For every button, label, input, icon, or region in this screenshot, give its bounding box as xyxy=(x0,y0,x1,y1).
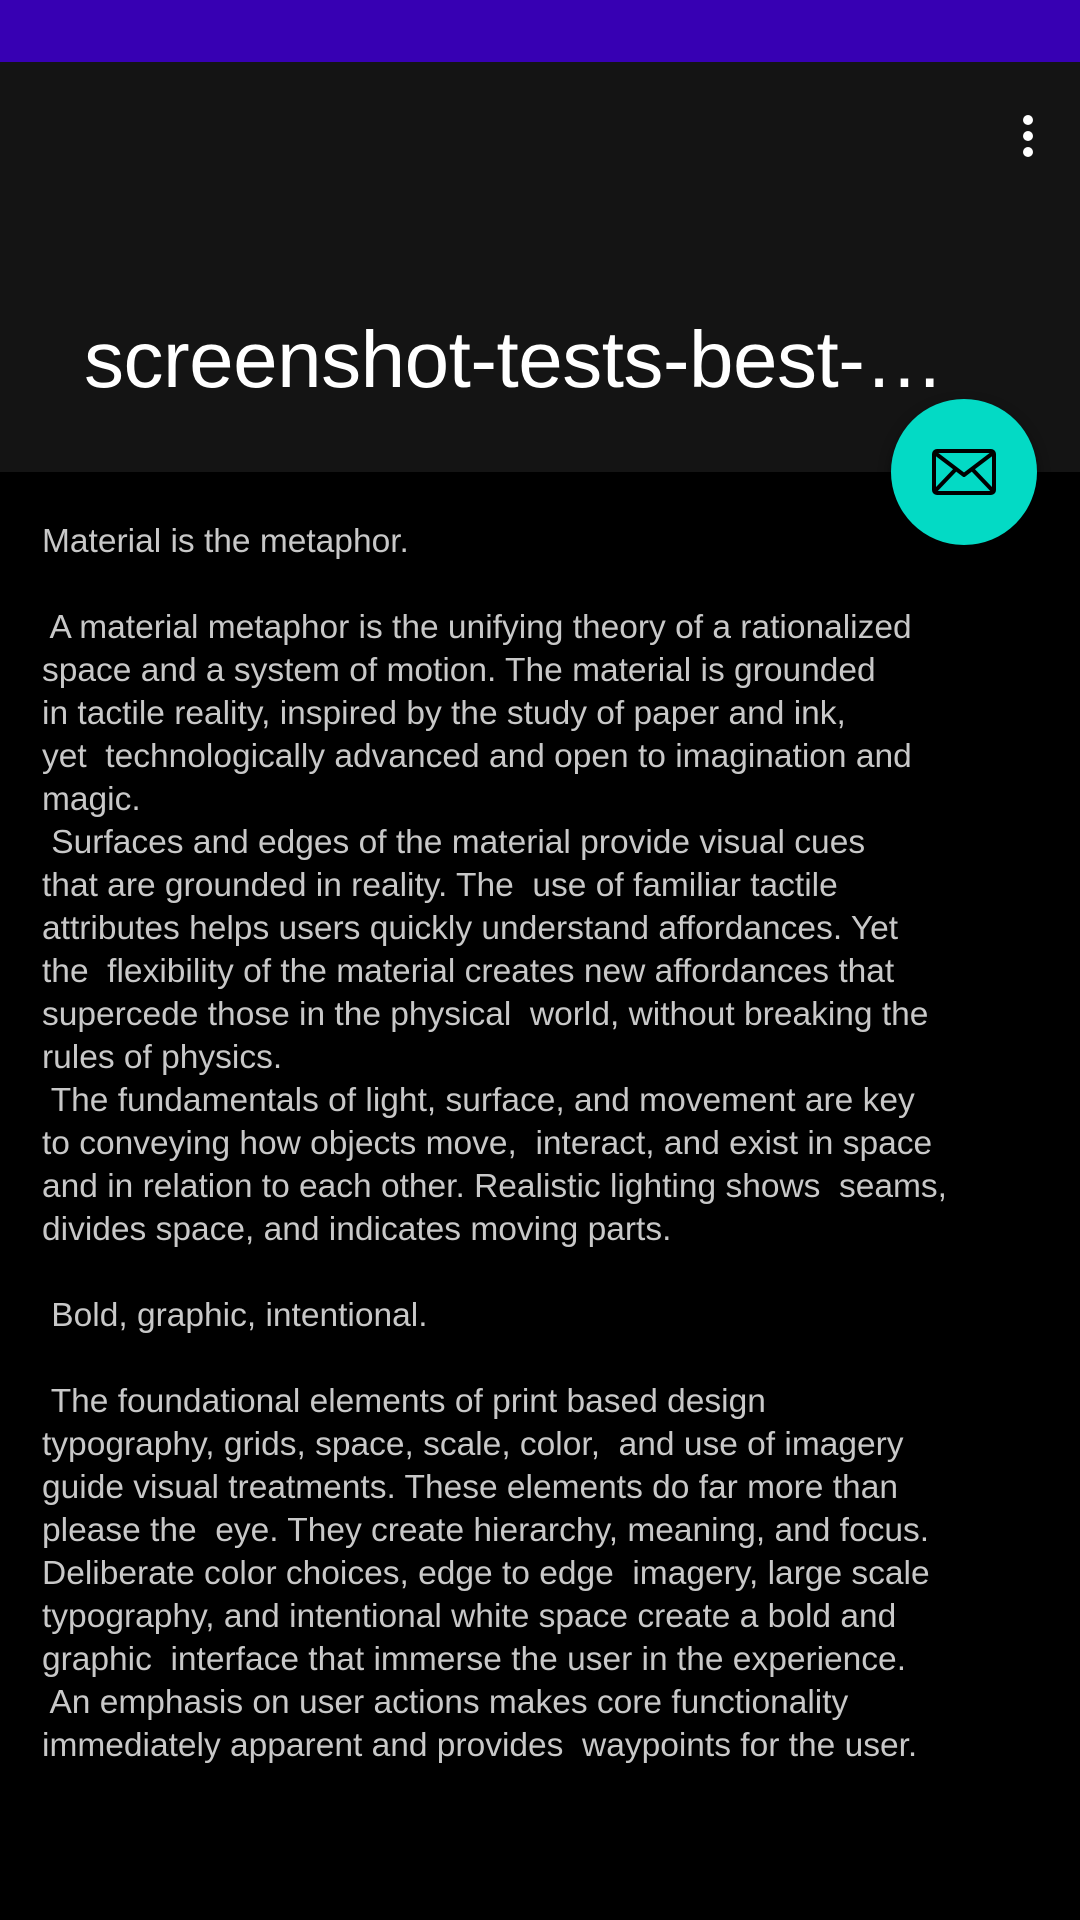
content-heading: Material is the metaphor. xyxy=(42,523,409,560)
text-line: attributes helps users quickly understan… xyxy=(42,910,899,947)
text-line: that are grounded in reality. The use of… xyxy=(42,867,838,904)
text-line: An emphasis on user actions makes core f… xyxy=(42,1684,849,1721)
text-line: and in relation to each other. Realistic… xyxy=(42,1168,947,1205)
text-line: graphic interface that immerse the user … xyxy=(42,1641,906,1678)
text-line: magic. xyxy=(42,781,141,818)
toolbar-title: screenshot-tests-best-practices xyxy=(84,315,984,404)
content-heading: Bold, graphic, intentional. xyxy=(42,1297,428,1334)
content-paragraph: An emphasis on user actions makes core f… xyxy=(42,1681,1052,1767)
text-line: immediately apparent and provides waypoi… xyxy=(42,1727,918,1764)
text-line: The foundational elements of print based… xyxy=(42,1383,766,1420)
text-line: in tactile reality, inspired by the stud… xyxy=(42,695,846,732)
content-paragraph: The foundational elements of print based… xyxy=(42,1380,1052,1681)
more-vert-icon xyxy=(1023,115,1033,125)
text-line: A material metaphor is the unifying theo… xyxy=(42,609,912,646)
scrolling-content[interactable]: Material is the metaphor. A material met… xyxy=(42,520,1052,1767)
text-line: to conveying how objects move, interact,… xyxy=(42,1125,933,1162)
content-paragraph: A material metaphor is the unifying theo… xyxy=(42,606,1052,821)
content-paragraph: Surfaces and edges of the material provi… xyxy=(42,821,1052,1079)
text-line: The fundamentals of light, surface, and … xyxy=(42,1082,915,1119)
overflow-menu-button[interactable] xyxy=(980,98,1076,174)
text-line: typography, and intentional white space … xyxy=(42,1598,897,1635)
text-line: the flexibility of the material creates … xyxy=(42,953,895,990)
text-line: please the eye. They create hierarchy, m… xyxy=(42,1512,930,1549)
collapsing-toolbar xyxy=(0,62,1080,472)
text-line: typography, grids, space, scale, color, … xyxy=(42,1426,904,1463)
text-line: Surfaces and edges of the material provi… xyxy=(42,824,866,861)
more-vert-icon-dot xyxy=(1023,147,1033,157)
mail-icon xyxy=(932,449,996,495)
text-line: guide visual treatments. These elements … xyxy=(42,1469,898,1506)
text-line: yet technologically advanced and open to… xyxy=(42,738,912,775)
text-line: space and a system of motion. The materi… xyxy=(42,652,876,689)
content-paragraph: The fundamentals of light, surface, and … xyxy=(42,1079,1052,1251)
text-line: rules of physics. xyxy=(42,1039,283,1076)
status-bar xyxy=(0,0,1080,62)
text-line: Deliberate color choices, edge to edge i… xyxy=(42,1555,930,1592)
text-line: divides space, and indicates moving part… xyxy=(42,1211,672,1248)
more-vert-icon-dot xyxy=(1023,131,1033,141)
text-line: supercede those in the physical world, w… xyxy=(42,996,929,1033)
